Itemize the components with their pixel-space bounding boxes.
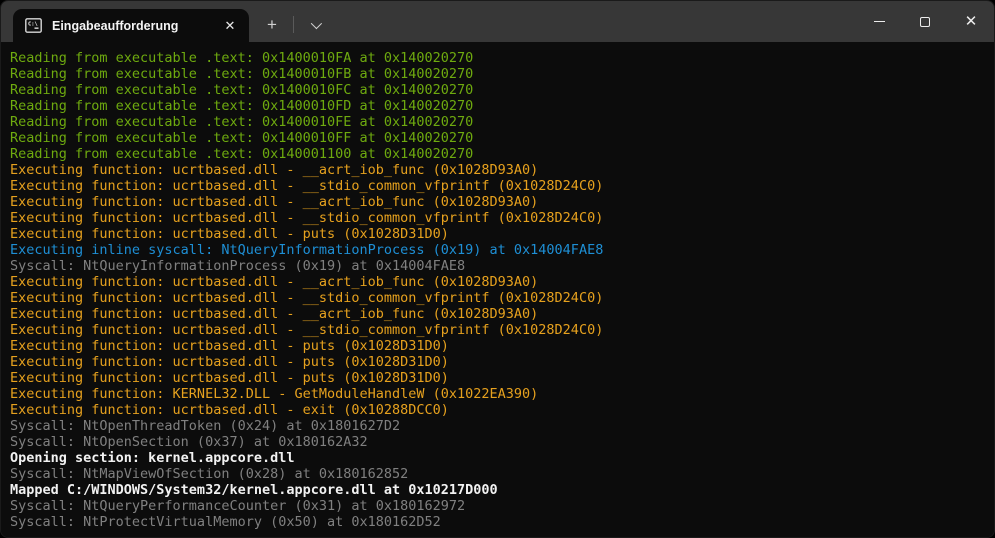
terminal-line: Syscall: NtOpenThreadToken (0x24) at 0x1…: [10, 418, 985, 434]
terminal-line: Executing function: ucrtbased.dll - __ac…: [10, 306, 985, 322]
terminal-line: Executing function: ucrtbased.dll - __ac…: [10, 162, 985, 178]
terminal-window: C:\ Eingabeaufforderung ✕ + ✕ Reading fr…: [0, 0, 995, 538]
minimize-icon: [874, 21, 885, 22]
terminal-line: Syscall: NtProtectVirtualMemory (0x50) a…: [10, 514, 985, 530]
terminal-line: Executing function: ucrtbased.dll - __ac…: [10, 194, 985, 210]
terminal-line: Reading from executable .text: 0x1400010…: [10, 66, 985, 82]
terminal-line: Executing function: ucrtbased.dll - exit…: [10, 402, 985, 418]
terminal-line: Syscall: NtOpenSection (0x37) at 0x18016…: [10, 434, 985, 450]
terminal-line: Syscall: NtMapViewOfSection (0x28) at 0x…: [10, 466, 985, 482]
new-tab-button[interactable]: +: [257, 11, 287, 39]
close-button[interactable]: ✕: [948, 1, 994, 42]
terminal-line: Executing function: ucrtbased.dll - puts…: [10, 370, 985, 386]
tab-title: Eingabeaufforderung: [52, 19, 219, 33]
terminal-line: Executing inline syscall: NtQueryInforma…: [10, 242, 985, 258]
terminal-line: Executing function: ucrtbased.dll - __st…: [10, 322, 985, 338]
terminal-line: Executing function: ucrtbased.dll - __st…: [10, 210, 985, 226]
maximize-button[interactable]: [902, 1, 948, 42]
terminal-line: Executing function: ucrtbased.dll - puts…: [10, 226, 985, 242]
chevron-down-icon: [311, 18, 322, 29]
terminal-line: Executing function: ucrtbased.dll - __st…: [10, 178, 985, 194]
tab-eingabeaufforderung[interactable]: C:\ Eingabeaufforderung ✕: [13, 9, 249, 42]
minimize-button[interactable]: [856, 1, 902, 42]
terminal-output[interactable]: Reading from executable .text: 0x1400010…: [1, 42, 994, 537]
svg-text:C:\: C:\: [28, 22, 38, 28]
terminal-line: Syscall: NtQueryInformationProcess (0x19…: [10, 258, 985, 274]
window-controls: ✕: [856, 1, 994, 42]
tab-dropdown-button[interactable]: [300, 11, 330, 39]
titlebar: C:\ Eingabeaufforderung ✕ + ✕: [1, 1, 994, 42]
terminal-line: Reading from executable .text: 0x1400010…: [10, 98, 985, 114]
close-icon: ✕: [965, 14, 978, 29]
terminal-line: Reading from executable .text: 0x1400010…: [10, 114, 985, 130]
terminal-line: Reading from executable .text: 0x1400010…: [10, 130, 985, 146]
tabbar-divider: [293, 16, 294, 33]
terminal-line: Executing function: ucrtbased.dll - __st…: [10, 290, 985, 306]
terminal-line: Reading from executable .text: 0x1400010…: [10, 50, 985, 66]
terminal-line: Reading from executable .text: 0x1400010…: [10, 82, 985, 98]
cmd-prompt-icon: C:\: [25, 18, 42, 33]
terminal-line: Executing function: ucrtbased.dll - puts…: [10, 338, 985, 354]
terminal-line: Executing function: ucrtbased.dll - puts…: [10, 354, 985, 370]
terminal-line: Mapped C:/WINDOWS/System32/kernel.appcor…: [10, 482, 985, 498]
terminal-line: Executing function: KERNEL32.DLL - GetMo…: [10, 386, 985, 402]
terminal-line: Opening section: kernel.appcore.dll: [10, 450, 985, 466]
terminal-line: Reading from executable .text: 0x1400011…: [10, 146, 985, 162]
maximize-icon: [920, 17, 930, 27]
tab-close-icon[interactable]: ✕: [219, 15, 241, 37]
terminal-line: Executing function: ucrtbased.dll - __ac…: [10, 274, 985, 290]
terminal-line: Syscall: NtQueryPerformanceCounter (0x31…: [10, 498, 985, 514]
